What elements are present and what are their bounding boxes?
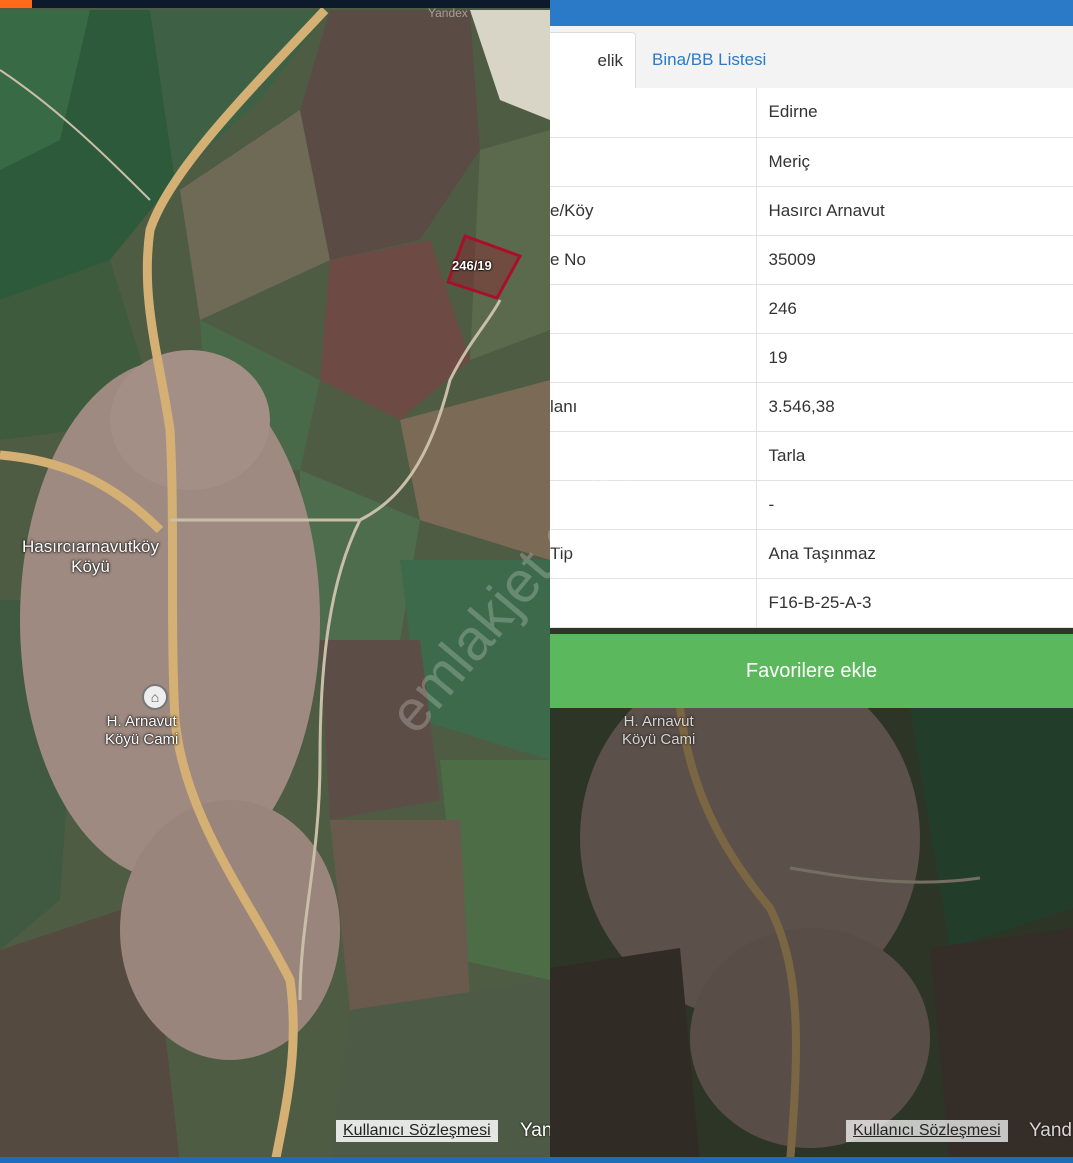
tab-parcel-info[interactable]: elik Bilgisi [550, 32, 636, 126]
row-value: 35009 [756, 235, 1073, 285]
tab-building-list[interactable]: Bina/BB Listesi [638, 32, 780, 88]
map-bottom-bar [0, 1157, 550, 1163]
mosque-label-bg: H. Arnavut Köyü Cami [622, 713, 695, 749]
table-row: e/Köy Hasırcı Arnavut [550, 186, 1073, 236]
mosque-label-bg-line1: H. Arnavut [623, 713, 694, 730]
mosque-label-line1: H. Arnavut [106, 713, 177, 730]
parcel-info-table: Edirne Meriç e/Köy Hasırcı Arnavut e No 35… [550, 88, 1073, 628]
row-value: - [756, 480, 1073, 530]
orange-tab-indicator [0, 0, 32, 8]
row-value: Meriç [756, 137, 1073, 187]
yandex-logo-bg[interactable]: Yand [1029, 1120, 1072, 1142]
row-label [550, 88, 757, 138]
table-row: Edirne [550, 88, 1073, 138]
row-label: e/Köy [550, 186, 757, 236]
table-row: Meriç [550, 137, 1073, 187]
mosque-label-line2: Köyü Cami [105, 731, 179, 748]
parcel-label[interactable]: 246/19 [452, 258, 492, 273]
yandex-watermark-top: Yandex [428, 6, 468, 20]
row-value: Tarla [756, 431, 1073, 481]
mosque-label-bg-line2: Köyü Cami [622, 731, 696, 748]
mosque-icon[interactable]: ⌂ [142, 684, 168, 710]
mosque-label: H. Arnavut Köyü Cami [105, 713, 178, 749]
user-agreement-link[interactable]: Kullanıcı Sözleşmesi [336, 1120, 498, 1142]
row-value: Edirne [756, 88, 1073, 138]
parcel-info-panel: elik Bilgisi Bina/BB Listesi Edirne Meri… [550, 0, 1073, 1163]
row-value: 19 [756, 333, 1073, 383]
row-value: F16-B-25-A-3 [756, 578, 1073, 628]
panel-header [550, 0, 1073, 26]
table-row: e No 35009 [550, 235, 1073, 285]
add-to-favorites-button[interactable]: Favorilere ekle [550, 634, 1073, 708]
row-label [550, 333, 757, 383]
satellite-map[interactable]: Yandex 246/19 Hasırcıarnavutköy Köyü ⌂ H… [0, 0, 550, 1163]
panel-bottom-bar [550, 1157, 1073, 1163]
row-label [550, 578, 757, 628]
table-row: 246 [550, 284, 1073, 334]
village-label-line1: Hasırcıarnavutköy [22, 537, 159, 556]
village-label-line2: Köyü [71, 557, 110, 576]
tab-bar: elik Bilgisi Bina/BB Listesi [550, 26, 1073, 126]
row-label [550, 284, 757, 334]
row-label: lanı [550, 382, 757, 432]
yandex-logo[interactable]: Yan [520, 1120, 550, 1142]
table-row: 19 [550, 333, 1073, 383]
row-value: 246 [756, 284, 1073, 334]
table-row: F16-B-25-A-3 [550, 578, 1073, 628]
background-map: H. Arnavut Köyü Cami Kullanıcı Sözleşmes… [550, 708, 1073, 1163]
satellite-imagery [0, 0, 550, 1163]
table-row: lanı 3.546,38 [550, 382, 1073, 432]
map-dim-overlay [550, 708, 1073, 1163]
row-label [550, 137, 757, 187]
row-value: Hasırcı Arnavut [756, 186, 1073, 236]
table-row: Tip Ana Taşınmaz [550, 529, 1073, 579]
user-agreement-link-bg[interactable]: Kullanıcı Sözleşmesi [846, 1120, 1008, 1142]
row-value: Ana Taşınmaz [756, 529, 1073, 579]
village-label: Hasırcıarnavutköy Köyü [22, 537, 159, 577]
row-label: e No [550, 235, 757, 285]
row-value: 3.546,38 [756, 382, 1073, 432]
